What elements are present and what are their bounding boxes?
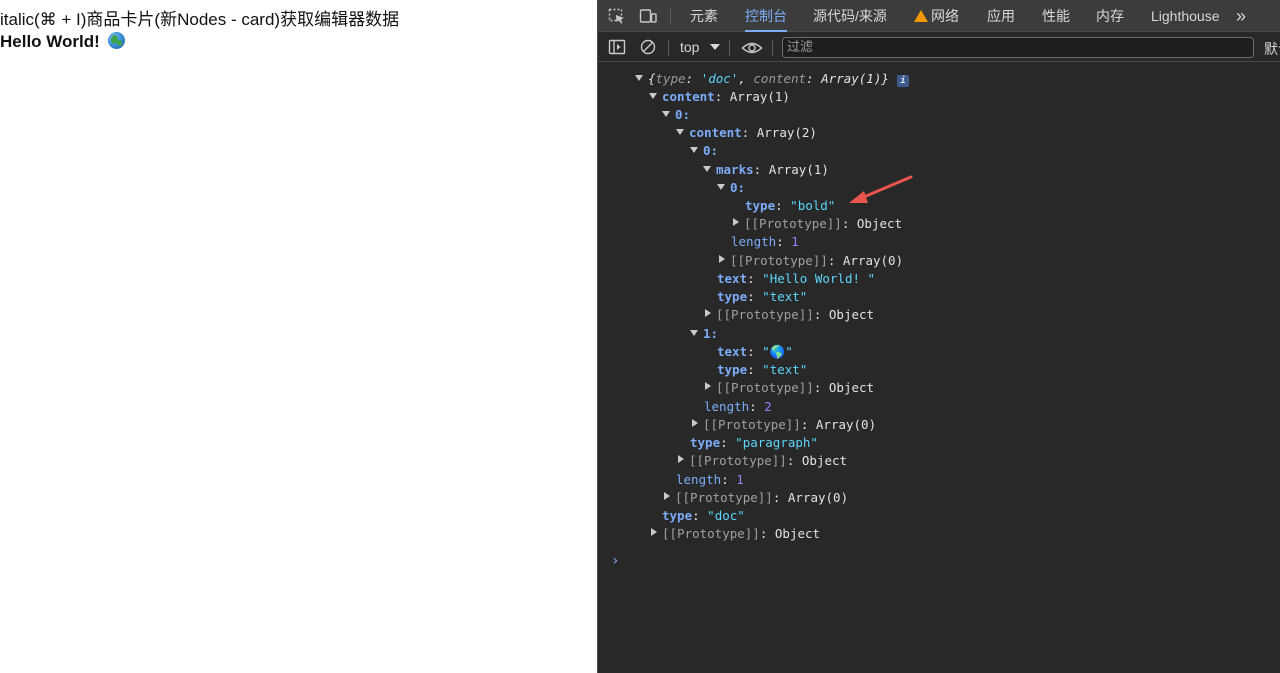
toolbar-divider <box>668 40 669 56</box>
tree-row: type: "bold" <box>745 198 836 213</box>
info-icon[interactable]: i <box>896 75 909 87</box>
tree-row[interactable]: 0: <box>716 179 745 197</box>
tree-row: type: "text" <box>717 362 808 377</box>
tab-performance[interactable]: 性能 <box>1042 0 1070 32</box>
toolbar-divider <box>729 40 730 56</box>
live-expression-eye-icon[interactable] <box>741 40 763 56</box>
expand-triangle-icon[interactable] <box>702 164 714 174</box>
tree-row[interactable]: [[Prototype]]: Object <box>730 215 902 233</box>
page-title: italic(⌘ + I)商品卡片(新Nodes - card)获取编辑器数据 <box>0 10 400 29</box>
collapse-triangle-icon[interactable] <box>689 419 701 429</box>
toolbar-divider <box>670 8 671 24</box>
tree-row[interactable]: 0: <box>661 106 690 124</box>
expand-triangle-icon[interactable] <box>661 109 673 119</box>
devtools-panel: 元素 控制台 源代码/来源 网络 应用 性能 内存 Lighthouse » t… <box>597 0 1280 673</box>
tree-row: type: "text" <box>717 289 808 304</box>
collapse-triangle-icon[interactable] <box>648 528 660 538</box>
expand-triangle-icon[interactable] <box>716 182 728 192</box>
tree-row[interactable]: [[Prototype]]: Object <box>702 379 874 397</box>
tree-row: text: "🌎" <box>717 344 793 359</box>
tree-row[interactable]: [[Prototype]]: Object <box>648 525 820 543</box>
clear-console-icon[interactable] <box>639 39 657 55</box>
annotation-arrow-icon <box>849 175 913 203</box>
device-toolbar-icon[interactable] <box>639 8 657 24</box>
expand-triangle-icon[interactable] <box>634 73 646 83</box>
tree-row[interactable]: [[Prototype]]: Array(0) <box>661 489 848 507</box>
object-summary-row[interactable]: {type: 'doc', content: Array(1)} i <box>634 70 909 88</box>
tree-row[interactable]: 1: <box>689 325 718 343</box>
console-prompt[interactable]: › <box>611 553 619 569</box>
tree-row[interactable]: marks: Array(1) <box>702 161 829 179</box>
tree-row[interactable]: [[Prototype]]: Array(0) <box>716 252 903 270</box>
tab-lighthouse[interactable]: Lighthouse <box>1151 0 1220 32</box>
chevron-down-icon[interactable] <box>710 44 720 50</box>
tab-elements[interactable]: 元素 <box>690 0 718 32</box>
tree-row[interactable]: [[Prototype]]: Object <box>702 306 874 324</box>
expand-triangle-icon[interactable] <box>648 91 660 101</box>
show-sidebar-icon[interactable] <box>608 39 626 55</box>
tree-row: length: 1 <box>676 472 744 487</box>
collapse-triangle-icon[interactable] <box>716 255 728 265</box>
tree-row: type: "doc" <box>662 508 745 523</box>
collapse-triangle-icon[interactable] <box>702 309 714 319</box>
expand-triangle-icon[interactable] <box>689 145 701 155</box>
collapse-triangle-icon[interactable] <box>675 455 687 465</box>
globe-emoji-icon <box>107 32 125 49</box>
tree-row[interactable]: [[Prototype]]: Object <box>675 452 847 470</box>
tree-row: type: "paragraph" <box>690 435 818 450</box>
tree-row[interactable]: [[Prototype]]: Array(0) <box>689 416 876 434</box>
more-tabs-icon[interactable]: » <box>1236 0 1246 32</box>
collapse-triangle-icon[interactable] <box>661 492 673 502</box>
tree-row: length: 1 <box>731 234 799 249</box>
inspect-element-icon[interactable] <box>608 8 626 24</box>
tab-network[interactable]: 网络 <box>914 0 959 43</box>
tab-console[interactable]: 控制台 <box>745 0 787 32</box>
tree-row: text: "Hello World! " <box>717 271 876 286</box>
devtools-tabbar: 元素 控制台 源代码/来源 网络 应用 性能 内存 Lighthouse » <box>598 0 1280 43</box>
toolbar-divider <box>772 40 773 56</box>
tab-application[interactable]: 应用 <box>987 0 1015 32</box>
collapse-triangle-icon[interactable] <box>730 218 742 228</box>
tree-row[interactable]: 0: <box>689 142 718 160</box>
filter-input[interactable] <box>782 37 1254 58</box>
bold-text: Hello World! <box>0 32 100 51</box>
default-levels-dropdown[interactable]: 默认 <box>1264 39 1280 59</box>
warning-icon <box>914 10 928 43</box>
tab-sources[interactable]: 源代码/来源 <box>813 0 887 32</box>
web-page: italic(⌘ + I)商品卡片(新Nodes - card)获取编辑器数据 … <box>0 0 597 673</box>
console-output: {type: 'doc', content: Array(1)} i conten… <box>598 63 1280 673</box>
expand-triangle-icon[interactable] <box>689 328 701 338</box>
tree-row[interactable]: content: Array(2) <box>675 124 817 142</box>
console-toolbar: top 默认 <box>598 33 1280 62</box>
collapse-triangle-icon[interactable] <box>702 382 714 392</box>
expand-triangle-icon[interactable] <box>675 127 687 137</box>
tab-network-label: 网络 <box>931 8 959 24</box>
tree-row[interactable]: content: Array(1) <box>648 88 790 106</box>
editor-content[interactable]: Hello World! <box>0 32 125 52</box>
context-selector[interactable]: top <box>680 39 699 55</box>
tree-row: length: 2 <box>704 399 772 414</box>
tab-memory[interactable]: 内存 <box>1096 0 1124 32</box>
